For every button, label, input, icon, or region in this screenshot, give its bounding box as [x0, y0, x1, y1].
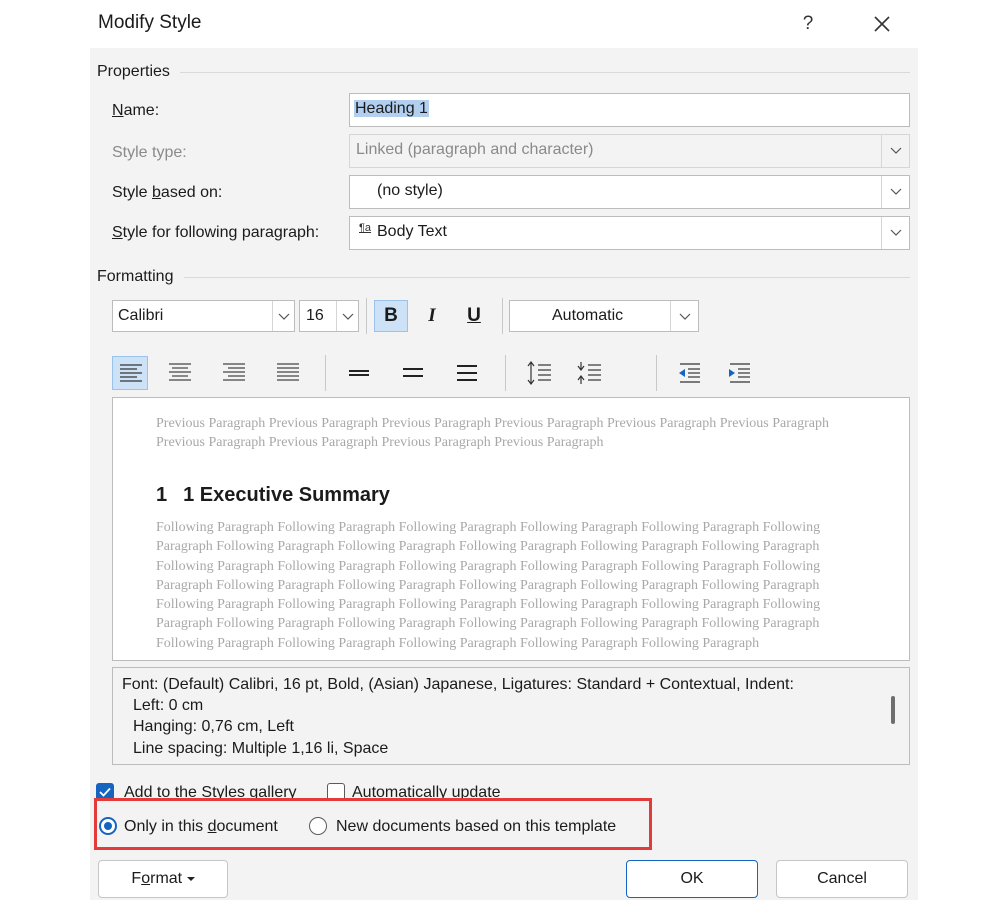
- description-line: Font: (Default) Calibri, 16 pt, Bold, (A…: [122, 676, 794, 693]
- justify-button[interactable]: [270, 356, 306, 390]
- chevron-down-icon: [278, 313, 290, 320]
- justify-icon: [277, 363, 299, 381]
- align-right-icon: [223, 363, 245, 381]
- properties-section-label: Properties: [97, 63, 170, 80]
- align-center-button[interactable]: [162, 356, 198, 390]
- style-based-on-dropdown-button[interactable]: [881, 176, 909, 208]
- toolbar-separator: [366, 298, 367, 334]
- single-spacing-button[interactable]: [343, 356, 375, 390]
- style-type-dropdown-button[interactable]: [881, 135, 909, 167]
- line-spacing-onehalf-icon: [403, 368, 423, 377]
- font-size-value: 16: [306, 307, 324, 324]
- cancel-button[interactable]: Cancel: [776, 860, 908, 898]
- increase-indent-button[interactable]: [724, 356, 756, 390]
- new-documents-radio[interactable]: [309, 817, 327, 835]
- style-based-on-value: (no style): [377, 182, 443, 199]
- toolbar-separator: [502, 298, 503, 334]
- style-type-label: Style type:: [112, 144, 187, 161]
- font-dropdown-button[interactable]: [272, 301, 294, 331]
- style-based-on-label: Style based on:: [112, 184, 223, 201]
- preview-heading-number: 1: [156, 484, 168, 506]
- font-color-value: Automatic: [552, 307, 624, 324]
- title-bar: Modify Style ?: [90, 0, 918, 48]
- decrease-indent-icon: [679, 363, 700, 383]
- close-button[interactable]: [860, 8, 904, 40]
- preview-heading-text: 1 Executive Summary: [183, 484, 390, 506]
- description-line: Hanging: 0,76 cm, Left: [133, 718, 294, 735]
- modify-style-dialog: Modify Style ? Properties Name: Heading …: [90, 0, 918, 900]
- font-color-dropdown-button[interactable]: [670, 301, 698, 331]
- font-value: Calibri: [118, 307, 164, 324]
- double-spacing-button[interactable]: [451, 356, 483, 390]
- align-left-icon: [120, 364, 142, 382]
- font-color-select[interactable]: Automatic: [509, 300, 699, 332]
- style-following-label: Style for following paragraph:: [112, 224, 320, 241]
- style-following-select[interactable]: ¶a Body Text: [349, 216, 910, 250]
- style-description: Font: (Default) Calibri, 16 pt, Bold, (A…: [112, 667, 910, 765]
- align-right-button[interactable]: [216, 356, 252, 390]
- style-following-value: Body Text: [377, 223, 447, 240]
- style-type-value: Linked (paragraph and character): [356, 141, 594, 158]
- style-based-on-select[interactable]: (no style): [349, 175, 910, 209]
- chevron-down-icon: [679, 313, 691, 320]
- preview-previous-paragraph: Previous Paragraph Previous Paragraph Pr…: [156, 416, 830, 450]
- toolbar-separator: [656, 355, 657, 391]
- font-select[interactable]: Calibri: [112, 300, 295, 332]
- chevron-down-icon: [342, 313, 354, 320]
- font-size-select[interactable]: 16: [299, 300, 359, 332]
- toolbar-separator: [325, 355, 326, 391]
- align-center-icon: [169, 363, 191, 381]
- italic-button[interactable]: I: [416, 300, 448, 332]
- description-line: Line spacing: Multiple 1,16 li, Space: [133, 740, 389, 757]
- name-label: Name:: [112, 102, 160, 119]
- format-button[interactable]: Format: [98, 860, 228, 898]
- decrease-indent-button[interactable]: [674, 356, 706, 390]
- preview-following-paragraph: Following Paragraph Following Paragraph …: [156, 520, 821, 651]
- name-input-value: Heading 1: [354, 100, 429, 117]
- style-preview: Previous Paragraph Previous Paragraph Pr…: [112, 397, 910, 661]
- formatting-section-label: Formatting: [97, 268, 174, 285]
- ok-button[interactable]: OK: [626, 860, 758, 898]
- underline-button[interactable]: U: [458, 300, 490, 332]
- help-button[interactable]: ?: [790, 8, 826, 40]
- increase-paragraph-spacing-button[interactable]: [523, 356, 557, 390]
- line-spacing-double-icon: [457, 365, 477, 381]
- toolbar-separator: [505, 355, 506, 391]
- chevron-down-icon: [890, 188, 902, 195]
- style-type-select[interactable]: Linked (paragraph and character): [349, 134, 910, 168]
- one-half-spacing-button[interactable]: [397, 356, 429, 390]
- only-this-document-radio[interactable]: [99, 817, 117, 835]
- font-size-dropdown-button[interactable]: [336, 301, 358, 331]
- description-scrollbar[interactable]: [891, 696, 895, 724]
- only-this-document-label: Only in this document: [124, 818, 278, 835]
- description-line: Left: 0 cm: [133, 697, 204, 714]
- dialog-title: Modify Style: [98, 12, 202, 33]
- chevron-down-icon: [890, 147, 902, 154]
- new-documents-label: New documents based on this template: [336, 818, 617, 835]
- preview-heading: 1 1 Executive Summary: [156, 484, 390, 507]
- chevron-down-icon: [890, 229, 902, 236]
- line-spacing-single-icon: [349, 370, 369, 376]
- properties-divider: [180, 72, 910, 73]
- paragraph-style-icon: ¶a: [359, 222, 372, 234]
- spacing-increase-icon: [527, 361, 551, 385]
- close-icon: [874, 16, 890, 32]
- align-left-button[interactable]: [112, 356, 148, 390]
- name-input[interactable]: Heading 1: [349, 93, 910, 127]
- spacing-decrease-icon: [577, 362, 601, 384]
- style-following-dropdown-button[interactable]: [881, 217, 909, 249]
- dropdown-arrow-icon: [186, 876, 195, 881]
- formatting-divider: [184, 277, 910, 278]
- decrease-paragraph-spacing-button[interactable]: [573, 356, 607, 390]
- increase-indent-icon: [729, 363, 750, 383]
- bold-button[interactable]: B: [374, 300, 408, 332]
